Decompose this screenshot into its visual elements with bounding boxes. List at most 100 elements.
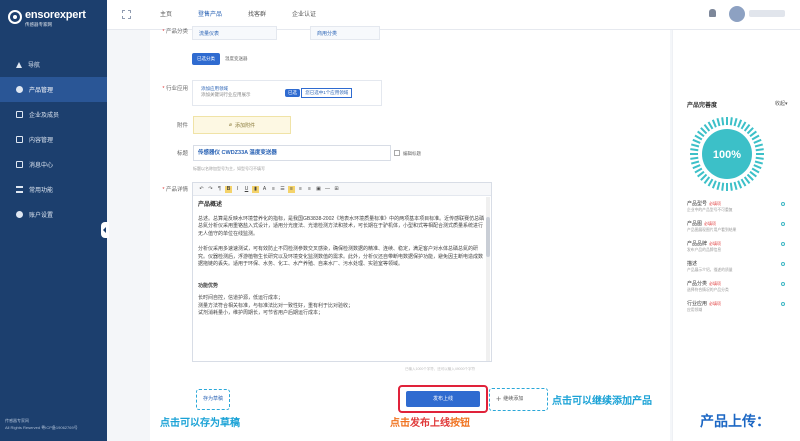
required-badge: 必填项 bbox=[709, 281, 722, 286]
checklist-item: 产品品牌 必填项 发布产品的品牌信息 bbox=[687, 240, 785, 260]
scroll-thumb[interactable] bbox=[486, 217, 490, 257]
annotation-add: 点击可以继续添加产品 bbox=[552, 396, 652, 407]
gauge-tick bbox=[751, 167, 760, 174]
checklist-item-desc: 选择符合情况的产品分类 bbox=[687, 288, 729, 292]
bell-icon[interactable] bbox=[709, 9, 716, 17]
gauge-tick bbox=[755, 148, 764, 152]
user-name[interactable] bbox=[749, 10, 785, 17]
editor-content[interactable]: 产品概述 总述。总算是反映水环境营养化的指标，是我国GB3838-2002《地表… bbox=[193, 196, 491, 359]
tab-home[interactable]: 主页 bbox=[147, 0, 185, 30]
sidebar-item-label: 内容管理 bbox=[29, 138, 54, 144]
logo[interactable]: ensorexpert 传感器专家网 bbox=[8, 8, 103, 32]
checklist-item: 行业应用 必填项 应用领域 bbox=[687, 300, 785, 320]
checklist-item-desc: 企业中的产品型号不可重复 bbox=[687, 208, 733, 212]
gauge-tick bbox=[690, 148, 699, 152]
sidebar-item-label: 导航 bbox=[28, 63, 41, 69]
selected-category-button[interactable]: 已选分类 bbox=[192, 53, 220, 65]
gauge-tick bbox=[729, 117, 733, 126]
sidebar-item-tools[interactable]: 常用功能 bbox=[0, 177, 107, 202]
sidebar-item-label: 企业及成员 bbox=[29, 113, 60, 119]
highlight-icon[interactable]: ▮ bbox=[252, 185, 259, 193]
undo-icon[interactable]: ↶ bbox=[198, 186, 205, 193]
sidebar-item-content[interactable]: 内容管理 bbox=[0, 127, 107, 152]
status-dot-icon bbox=[781, 242, 785, 246]
gauge-tick bbox=[711, 180, 717, 189]
gauge-tick bbox=[694, 167, 703, 174]
category-option[interactable]: 商用分类 bbox=[310, 26, 380, 40]
attachment-label: 附件 bbox=[176, 123, 188, 129]
message-icon bbox=[16, 161, 23, 168]
align-left-icon[interactable]: ≡ bbox=[288, 185, 295, 193]
category-option[interactable]: 流量仪表 bbox=[192, 26, 277, 40]
gauge-tick bbox=[743, 124, 751, 132]
status-dot-icon bbox=[781, 202, 785, 206]
gauge-tick bbox=[737, 180, 743, 189]
underline-icon[interactable]: U bbox=[243, 186, 250, 193]
sidebar-item-messages[interactable]: 消息中心 bbox=[0, 152, 107, 177]
title-hint: 标题以名称加型号为主，如型号可不填写 bbox=[193, 166, 265, 171]
edit-title-checkbox[interactable] bbox=[394, 150, 400, 156]
font-color-icon[interactable]: A bbox=[261, 186, 268, 193]
industry-toggle[interactable]: 已选 您已选中1个应用领域 bbox=[285, 88, 353, 98]
sidebar-item-products[interactable]: 产品管理 bbox=[0, 77, 107, 102]
format-icon[interactable]: ¶ bbox=[216, 186, 223, 193]
sidebar-collapse-button[interactable] bbox=[101, 222, 109, 238]
gauge-tick bbox=[692, 138, 701, 144]
sidebar-item-company[interactable]: 企业及成员 bbox=[0, 102, 107, 127]
unordered-list-icon[interactable]: ☰ bbox=[279, 186, 286, 193]
gauge-tick bbox=[746, 173, 754, 181]
ordered-list-icon[interactable]: ≡ bbox=[270, 186, 277, 193]
settings-icon bbox=[16, 211, 23, 218]
gauge-tick bbox=[753, 138, 762, 144]
gauge-tick bbox=[749, 130, 757, 138]
status-dot-icon bbox=[781, 222, 785, 226]
publish-highlight-frame: 发布上线 bbox=[398, 385, 488, 413]
required-badge: 必填项 bbox=[709, 201, 722, 206]
align-center-icon[interactable]: ≡ bbox=[297, 186, 304, 193]
fullscreen-icon[interactable] bbox=[122, 10, 131, 19]
industry-box[interactable]: 添加应用领域 添加关键词行业应用展示 已选 您已选中1个应用领域 bbox=[192, 80, 382, 106]
sidebar-item-label: 消息中心 bbox=[29, 163, 54, 169]
publish-button[interactable]: 发布上线 bbox=[406, 391, 480, 407]
gauge-tick bbox=[691, 143, 700, 148]
logo-text: ensorexpert bbox=[25, 9, 86, 21]
plus-icon: + bbox=[496, 394, 502, 404]
sidebar-item-navigation[interactable]: 导航 bbox=[0, 52, 107, 77]
italic-icon[interactable]: I bbox=[234, 186, 241, 193]
gauge-tick bbox=[690, 156, 699, 160]
image-icon[interactable]: ▣ bbox=[315, 186, 322, 193]
continue-add-button[interactable]: + 继续添加 bbox=[496, 394, 523, 404]
content-heading: 功能优势 bbox=[198, 282, 219, 289]
gauge-tick bbox=[707, 121, 714, 130]
content-heading: 产品概述 bbox=[198, 202, 223, 208]
save-draft-button[interactable]: 存为草稿 bbox=[196, 389, 230, 410]
checklist-item-name: 产品图 bbox=[687, 221, 703, 227]
bold-icon[interactable]: B bbox=[225, 185, 232, 193]
sidebar-item-account[interactable]: 账户设置 bbox=[0, 202, 107, 227]
rich-text-editor[interactable]: ↶ ↷ ¶ B I U ▮ A ≡ ☰ ≡ ≡ ≡ ▣ — ⊞ 产品概述 总述。… bbox=[192, 182, 492, 362]
gauge-tick bbox=[754, 143, 763, 148]
gauge-tick bbox=[716, 118, 721, 127]
content-bullet: 测量方法符合相关标准，与标准法比对一致性好，重有利于比对验收； bbox=[198, 302, 354, 309]
sidebar-nav: 导航 产品管理 企业及成员 内容管理 消息中心 常用功能 账户设置 bbox=[0, 52, 107, 227]
add-attachment-button[interactable]: ⌀ 添加附件 bbox=[193, 116, 291, 134]
sidebar: ensorexpert 传感器专家网 导航 产品管理 企业及成员 内容管理 消息… bbox=[0, 0, 109, 441]
content-bullet: 长时间自控，信道护源，低运行成本； bbox=[198, 295, 284, 301]
gauge-tick bbox=[729, 182, 733, 191]
avatar[interactable] bbox=[729, 6, 745, 22]
editor-scrollbar[interactable] bbox=[486, 197, 490, 361]
collapse-toggle[interactable]: 收起▾ bbox=[775, 100, 788, 107]
gauge-percent: 100% bbox=[713, 149, 741, 161]
gauge-tick bbox=[721, 117, 725, 126]
redo-icon[interactable]: ↷ bbox=[207, 186, 214, 193]
checklist-item: 产品图 必填项 产品图展现图片用户看到结果 bbox=[687, 220, 785, 240]
char-count: 已输入1000个字符，还可以输入49000个字符 bbox=[405, 367, 476, 371]
paperclip-icon: ⌀ bbox=[228, 122, 232, 128]
checklist-item: 描述 产品展示介绍，描述的质量 bbox=[687, 260, 785, 280]
title-input[interactable]: 传感器仪 CWDZ33A 温度变送器 bbox=[193, 145, 391, 161]
table-icon[interactable]: ⊞ bbox=[333, 186, 340, 193]
gauge-tick bbox=[707, 178, 714, 187]
hr-icon[interactable]: — bbox=[324, 186, 331, 193]
gauge-tick bbox=[740, 178, 747, 187]
align-right-icon[interactable]: ≡ bbox=[306, 186, 313, 193]
